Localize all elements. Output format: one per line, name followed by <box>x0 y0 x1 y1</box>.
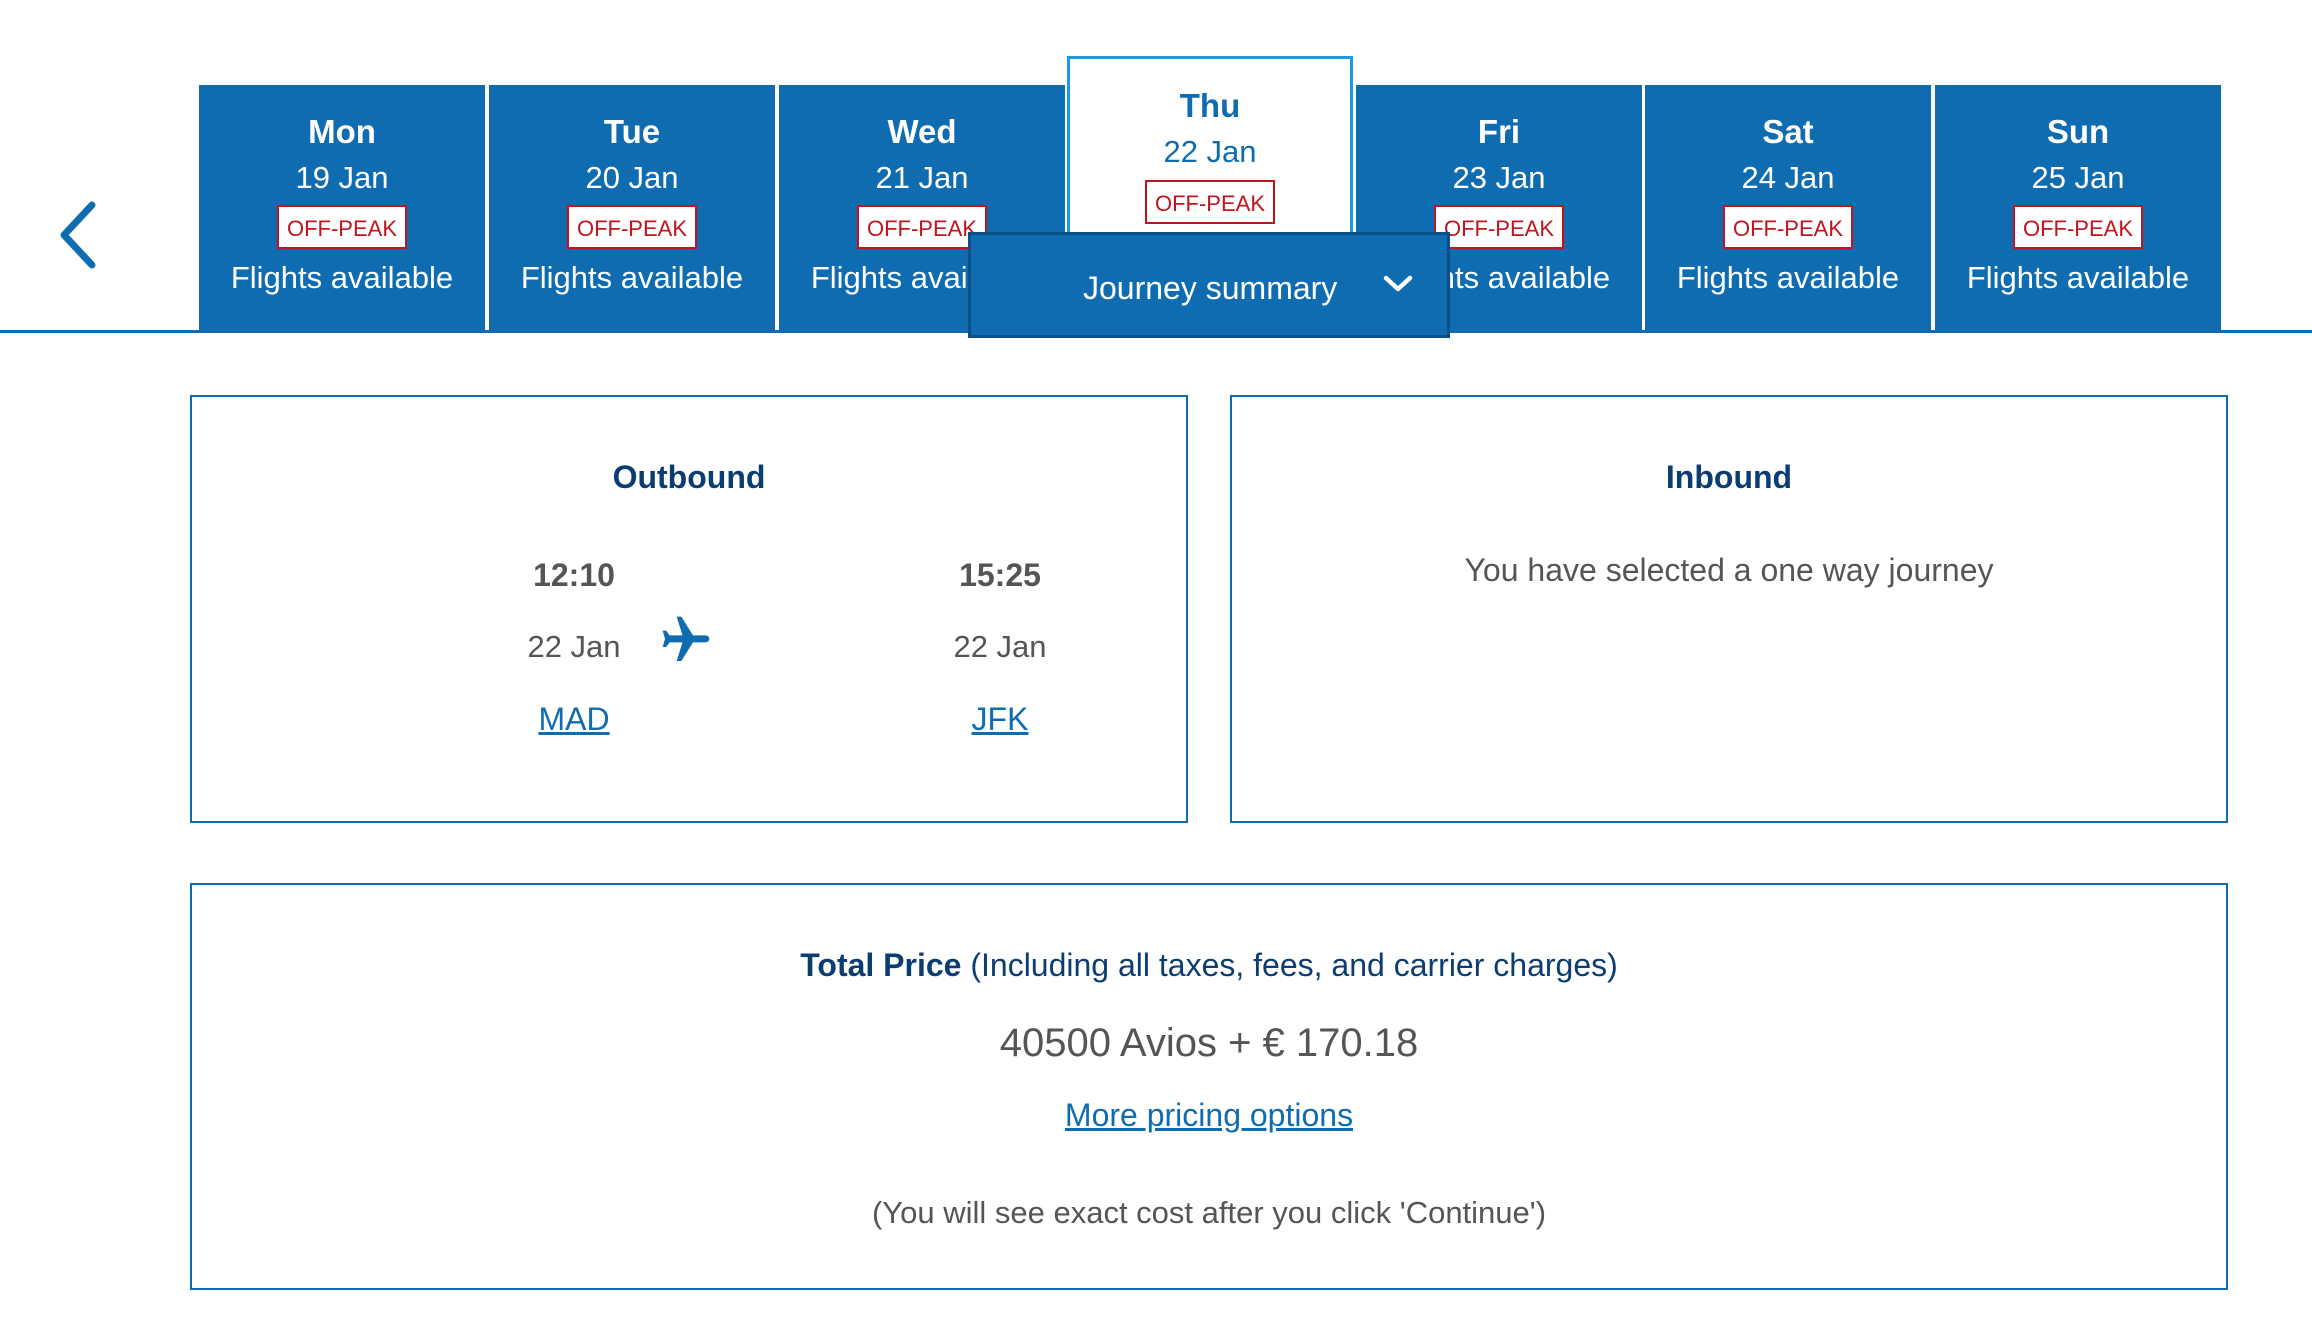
departure-date: 22 Jan <box>527 629 621 664</box>
arrival-time: 15:25 <box>959 557 1041 593</box>
journey-summary-label: Journey summary <box>1083 270 1338 306</box>
day-date: 25 Jan <box>2031 160 2125 195</box>
day-tab-mon[interactable]: Mon 19 Jan OFF-PEAK Flights available <box>199 85 485 332</box>
departure-time: 12:10 <box>533 557 615 593</box>
day-date: 21 Jan <box>875 160 969 195</box>
departure-column: 12:10 22 Jan MAD <box>474 555 674 739</box>
total-price-note: (Including all taxes, fees, and carrier … <box>970 947 1618 983</box>
arrival-airport-link[interactable]: JFK <box>972 699 1029 739</box>
departure-airport-link[interactable]: MAD <box>538 699 609 739</box>
day-name: Sun <box>2046 113 2110 150</box>
day-name: Tue <box>603 113 661 150</box>
availability-text: Flights available <box>230 260 454 295</box>
day-date: 20 Jan <box>585 160 679 195</box>
off-peak-badge: OFF-PEAK <box>1722 205 1853 249</box>
off-peak-badge: OFF-PEAK <box>1433 205 1564 249</box>
price-amount: 40500 Avios + € 170.18 <box>999 1021 1419 1065</box>
day-date: 19 Jan <box>295 160 389 195</box>
outbound-panel: Outbound 12:10 22 Jan MAD 15:25 22 Jan J… <box>190 395 1188 823</box>
inbound-title: Inbound <box>1665 459 1793 495</box>
day-name: Sat <box>1762 113 1814 150</box>
plane-icon <box>662 616 710 661</box>
availability-text: Flights available <box>520 260 744 295</box>
day-name: Mon <box>308 113 376 150</box>
exact-cost-note: (You will see exact cost after you click… <box>871 1195 1547 1230</box>
day-name: Fri <box>1477 113 1521 150</box>
arrival-column: 15:25 22 Jan JFK <box>900 555 1100 739</box>
day-tab-thu-selected[interactable]: Thu 22 Jan OFF-PEAK <box>1067 56 1353 246</box>
one-way-message: You have selected a one way journey <box>1464 552 1994 588</box>
day-date: 24 Jan <box>1741 160 1835 195</box>
more-pricing-row: More pricing options <box>192 1097 2226 1134</box>
availability-text: Flights available <box>1676 260 1900 295</box>
day-tab-tue[interactable]: Tue 20 Jan OFF-PEAK Flights available <box>489 85 775 332</box>
day-tab-sat[interactable]: Sat 24 Jan OFF-PEAK Flights available <box>1645 85 1931 332</box>
availability-text: Flights available <box>1966 260 2190 295</box>
off-peak-badge: OFF-PEAK <box>1144 180 1275 224</box>
total-price-label: Total Price <box>800 947 962 983</box>
total-price-heading: Total Price (Including all taxes, fees, … <box>192 947 2226 984</box>
inbound-panel: Inbound <box>1230 395 2228 823</box>
day-date: 22 Jan <box>1163 134 1257 169</box>
off-peak-badge: OFF-PEAK <box>276 205 407 249</box>
day-name: Thu <box>1179 87 1241 124</box>
more-pricing-options-link[interactable]: More pricing options <box>1065 1097 1353 1133</box>
day-name: Wed <box>887 113 957 150</box>
day-date: 23 Jan <box>1452 160 1546 195</box>
outbound-title: Outbound <box>612 459 766 495</box>
journey-summary-toggle[interactable]: Journey summary <box>968 232 1450 338</box>
arrival-date: 22 Jan <box>953 629 1047 664</box>
off-peak-badge: OFF-PEAK <box>2012 205 2143 249</box>
total-price-panel: Total Price (Including all taxes, fees, … <box>190 883 2228 1290</box>
chevron-down-icon <box>1383 275 1413 292</box>
day-tab-sun[interactable]: Sun 25 Jan OFF-PEAK Flights available <box>1935 85 2221 332</box>
off-peak-badge: OFF-PEAK <box>566 205 697 249</box>
